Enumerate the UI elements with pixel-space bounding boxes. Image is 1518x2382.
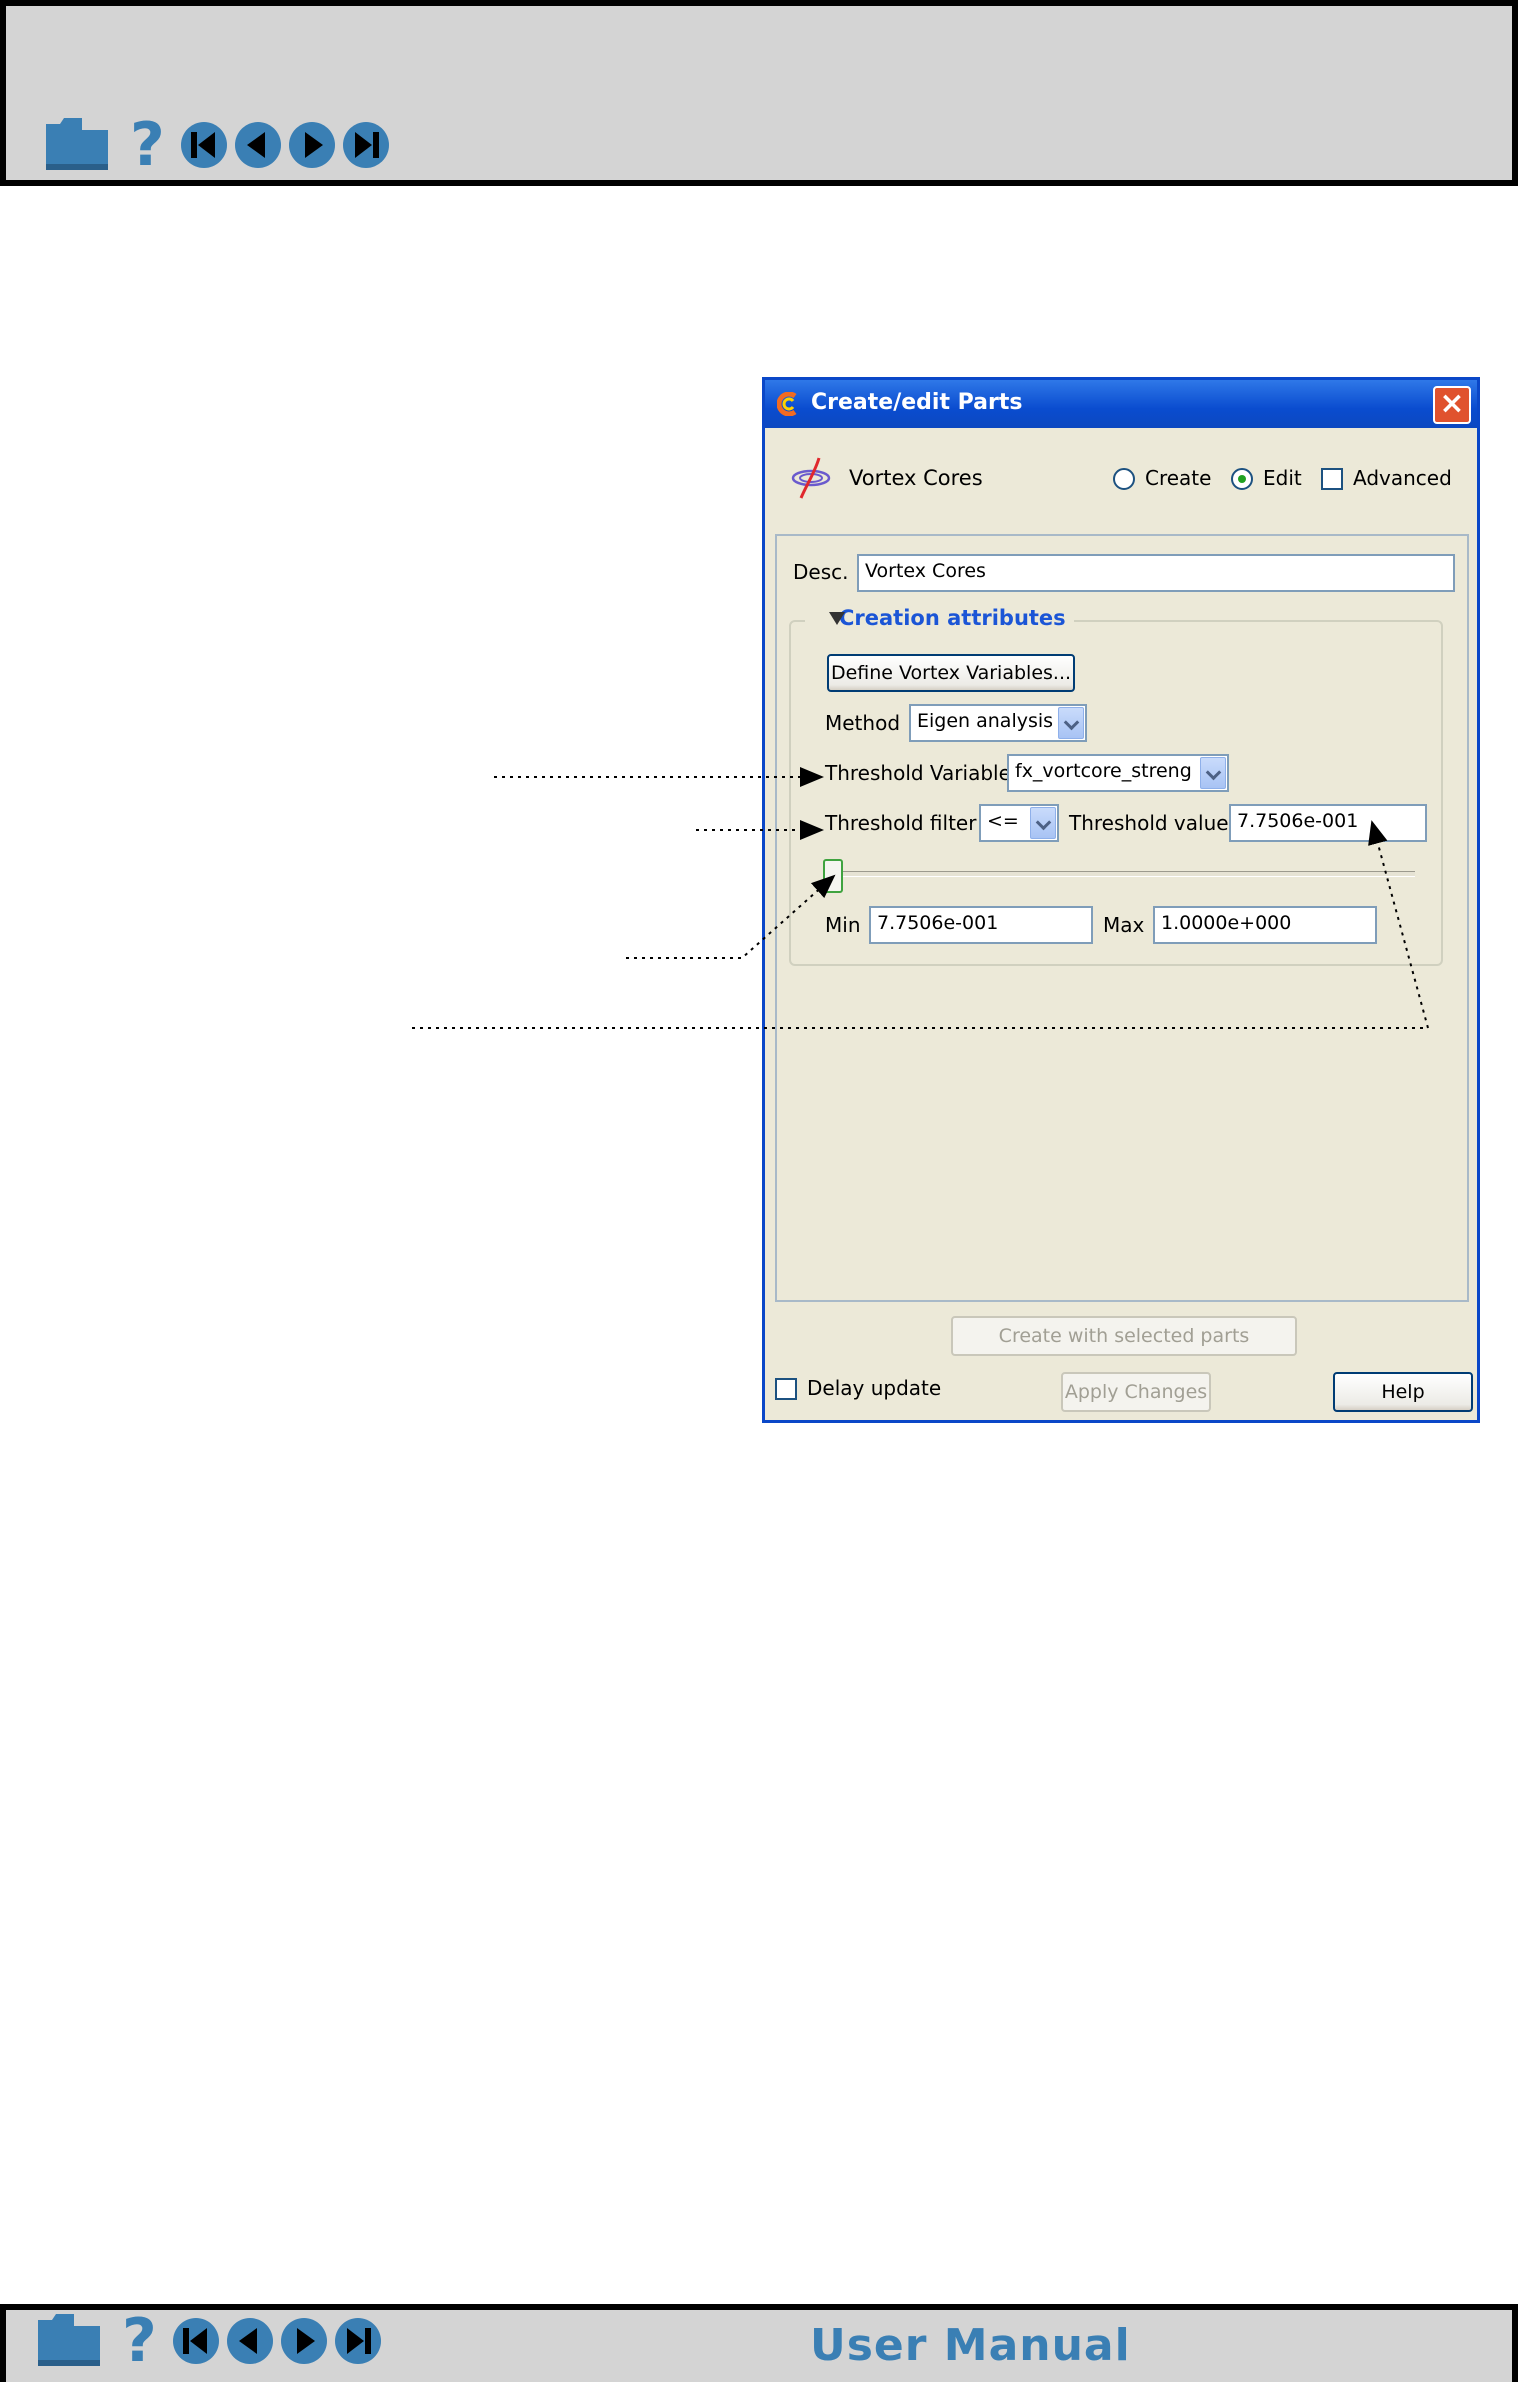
method-label: Method <box>825 711 901 735</box>
top-navigation-bar: ? <box>0 0 1518 186</box>
method-select-value: Eigen analysis <box>917 710 1054 732</box>
define-vortex-variables-button[interactable]: Define Vortex Variables... <box>827 654 1075 692</box>
max-label: Max <box>1103 913 1145 937</box>
max-input[interactable]: 1.0000e+000 <box>1153 906 1377 944</box>
help-icon[interactable]: ? <box>130 115 165 175</box>
part-type-label: Vortex Cores <box>849 466 983 490</box>
delay-update-label: Delay update <box>807 1376 942 1400</box>
create-with-selected-parts-button[interactable]: Create with selected parts <box>951 1316 1297 1356</box>
threshold-filter-select[interactable]: <= <box>979 804 1059 842</box>
previous-page-icon[interactable] <box>233 120 283 170</box>
top-nav-buttons: ? <box>42 115 395 175</box>
threshold-slider-track[interactable] <box>823 871 1415 877</box>
threshold-variable-label: Threshold Variable <box>825 761 1011 785</box>
creation-attributes-label: Creation attributes <box>839 606 1066 630</box>
last-page-icon[interactable] <box>333 2316 383 2366</box>
advanced-checkbox-label: Advanced <box>1353 466 1452 490</box>
apply-changes-button[interactable]: Apply Changes <box>1061 1372 1211 1412</box>
threshold-value-label: Threshold value <box>1069 811 1229 835</box>
threshold-filter-label: Threshold filter <box>825 811 977 835</box>
threshold-slider-thumb[interactable] <box>823 859 843 893</box>
home-icon[interactable] <box>42 116 112 174</box>
desc-input[interactable]: Vortex Cores <box>857 554 1455 592</box>
user-manual-title: User Manual <box>810 2320 1131 2371</box>
help-button[interactable]: Help <box>1333 1372 1473 1412</box>
next-page-icon[interactable] <box>287 120 337 170</box>
dialog-title: Create/edit Parts <box>811 390 1023 415</box>
chevron-down-icon[interactable] <box>1058 707 1084 739</box>
creation-attributes-title[interactable]: Creation attributes <box>805 606 1074 630</box>
dialog-titlebar[interactable]: Create/edit Parts × <box>765 380 1477 428</box>
min-label: Min <box>825 913 861 937</box>
create-edit-parts-dialog: Create/edit Parts × Vortex Cores Create … <box>762 377 1480 1423</box>
chevron-down-icon[interactable] <box>1200 757 1226 789</box>
first-page-icon[interactable] <box>171 2316 221 2366</box>
threshold-variable-value: fx_vortcore_streng <box>1015 760 1192 782</box>
first-page-icon[interactable] <box>179 120 229 170</box>
desc-label: Desc. <box>793 560 849 584</box>
edit-radio-label: Edit <box>1263 466 1302 490</box>
advanced-checkbox[interactable] <box>1321 468 1343 490</box>
edit-radio[interactable] <box>1231 468 1253 490</box>
delay-update-checkbox[interactable] <box>775 1378 797 1400</box>
create-radio-label: Create <box>1145 466 1212 490</box>
threshold-value-input[interactable]: 7.7506e-001 <box>1229 804 1427 842</box>
chevron-down-icon[interactable] <box>1030 807 1056 839</box>
threshold-variable-select[interactable]: fx_vortcore_streng <box>1007 754 1229 792</box>
method-select[interactable]: Eigen analysis <box>909 704 1087 742</box>
next-page-icon[interactable] <box>279 2316 329 2366</box>
threshold-filter-value: <= <box>987 810 1019 832</box>
help-icon[interactable]: ? <box>122 2311 157 2371</box>
expand-triangle-icon[interactable] <box>829 612 845 625</box>
app-logo-icon <box>777 392 797 416</box>
create-radio[interactable] <box>1113 468 1135 490</box>
previous-page-icon[interactable] <box>225 2316 275 2366</box>
last-page-icon[interactable] <box>341 120 391 170</box>
vortex-cores-icon <box>791 457 831 499</box>
home-icon[interactable] <box>34 2312 104 2370</box>
min-input[interactable]: 7.7506e-001 <box>869 906 1093 944</box>
bottom-nav-buttons: ? <box>34 2311 387 2371</box>
close-button[interactable]: × <box>1433 386 1471 424</box>
